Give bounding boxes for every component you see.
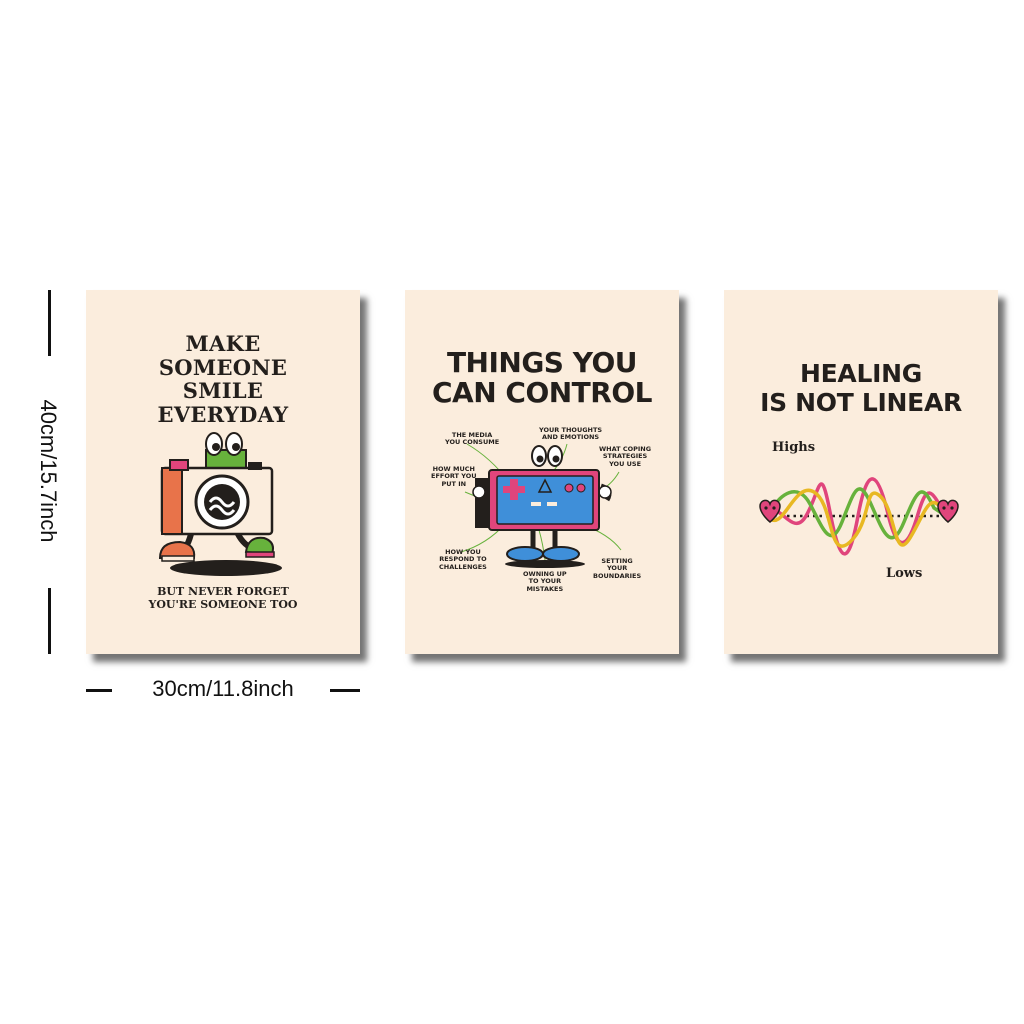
label-respond-to-challenges: HOW YOU RESPOND TO CHALLENGES bbox=[439, 548, 487, 571]
width-dimension-label: 30cm/11.8inch bbox=[152, 676, 294, 701]
poster-make-someone-smile: MAKE SOMEONE SMILE EVERYDAY BUT NEVER FO… bbox=[86, 290, 360, 654]
label-effort-you-put-in: HOW MUCH EFFORT YOU PUT IN bbox=[431, 465, 477, 488]
width-dimension-marker: 30cm/11.8inch bbox=[86, 676, 360, 706]
poster-things-you-can-control: THINGS YOU CAN CONTROL THE MEDIA YOU CON… bbox=[405, 290, 679, 654]
poster-1-title: MAKE SOMEONE SMILE EVERYDAY bbox=[157, 331, 289, 427]
label-owning-up-mistakes: OWNING UP TO YOUR MISTAKES bbox=[523, 570, 567, 593]
poster-healing-is-not-linear: HEALING IS NOT LINEAR Highs Lows bbox=[724, 290, 998, 654]
height-dimension-label: 40cm/15.7inch bbox=[36, 399, 61, 543]
label-media-you-consume: THE MEDIA YOU CONSUME bbox=[445, 431, 500, 447]
label-coping-strategies: WHAT COPING STRATEGIES YOU USE bbox=[599, 445, 652, 468]
walking-camera-character-icon bbox=[158, 432, 282, 576]
wavy-lines-heart-icon bbox=[759, 477, 959, 556]
poster-1-subtitle: BUT NEVER FORGET YOU'RE SOMEONE TOO bbox=[148, 585, 298, 611]
label-setting-boundaries: SETTING YOUR BOUNDARIES bbox=[593, 557, 642, 580]
poster-3-title: HEALING IS NOT LINEAR bbox=[760, 359, 962, 417]
label-thoughts-and-emotions: YOUR THOUGHTS AND EMOTIONS bbox=[539, 426, 603, 442]
height-dimension-marker: 40cm/15.7inch bbox=[36, 290, 61, 654]
poster-2-title: THINGS YOU CAN CONTROL bbox=[432, 346, 653, 410]
